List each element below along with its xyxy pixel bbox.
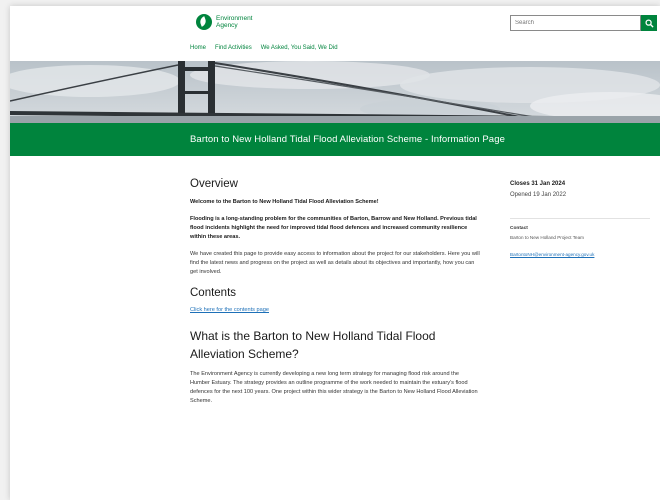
page: Environment Agency Home Find Activities …: [10, 6, 660, 500]
search-button[interactable]: [641, 15, 657, 31]
contents-link[interactable]: Click here for the contents page: [190, 307, 480, 313]
contact-label: Contact: [510, 226, 528, 231]
sidebar-divider: [510, 218, 650, 219]
hero-image: [10, 61, 660, 123]
opening-date: Opened 19 Jan 2022: [510, 192, 567, 198]
overview-heading: Overview: [190, 178, 238, 190]
page-title: Barton to New Holland Tidal Flood Allevi…: [190, 134, 505, 145]
environment-agency-leaf-icon: [196, 14, 212, 30]
sidebar: Closes 31 Jan 2024 Opened 19 Jan 2022 Co…: [510, 181, 650, 261]
contact-name: Barton to New Holland Project Team: [510, 235, 584, 240]
nav-we-asked-link[interactable]: We Asked, You Said, We Did: [261, 45, 338, 51]
search-icon: [644, 18, 654, 28]
search-input[interactable]: [510, 15, 641, 31]
welcome-text: Welcome to the Barton to New Holland Tid…: [190, 199, 379, 205]
search-box: [510, 15, 657, 31]
what-is-heading: What is the Barton to New Holland Tidal …: [190, 329, 436, 361]
contact-email-link[interactable]: BartontoNH@environment-agency.gov.uk: [510, 252, 594, 257]
logo-line2: Agency: [216, 22, 238, 29]
main-nav: Home Find Activities We Asked, You Said,…: [190, 45, 338, 51]
flooding-text: Flooding is a long-standing problem for …: [190, 216, 477, 240]
humber-bridge-photo: [10, 61, 660, 123]
main-content: Overview Welcome to the Barton to New Ho…: [190, 178, 480, 414]
page-banner: Barton to New Holland Tidal Flood Allevi…: [10, 123, 660, 156]
nav-find-activities-link[interactable]: Find Activities: [215, 45, 252, 51]
nav-home-link[interactable]: Home: [190, 45, 206, 51]
logo-text: Environment Agency: [216, 15, 253, 29]
contents-heading: Contents: [190, 287, 237, 299]
what-is-text: The Environment Agency is currently deve…: [190, 371, 478, 404]
site-logo[interactable]: Environment Agency: [196, 14, 253, 30]
closing-date: Closes 31 Jan 2024: [510, 181, 566, 187]
created-text: We have created this page to provide eas…: [190, 251, 480, 275]
logo-line1: Environment: [216, 15, 253, 22]
